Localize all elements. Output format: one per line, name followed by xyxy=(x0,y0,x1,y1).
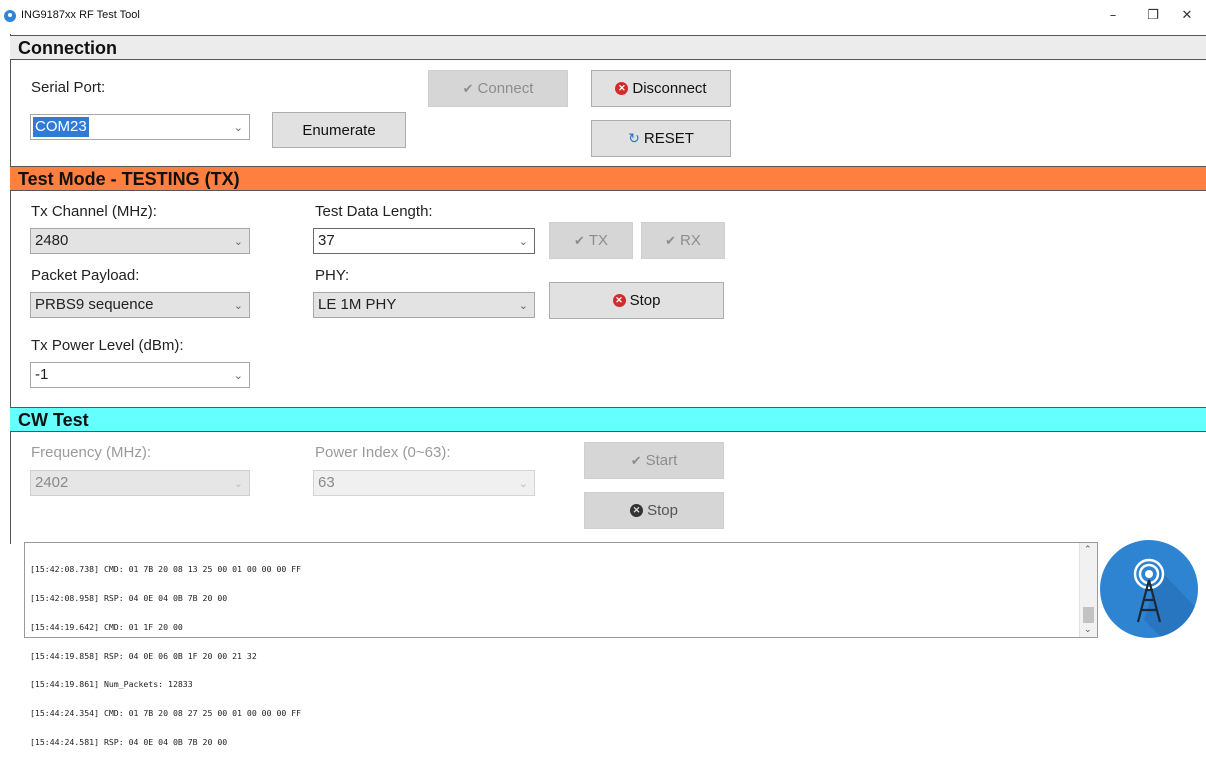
log-line: [15:44:19.861] Num_Packets: 12833 xyxy=(30,679,193,690)
refresh-icon: ↻ xyxy=(628,130,640,146)
phy-select[interactable]: LE 1M PHY ⌄ xyxy=(313,292,535,318)
tx-channel-select[interactable]: 2480 ⌄ xyxy=(30,228,250,254)
serial-port-value: COM23 xyxy=(33,117,89,137)
chevron-down-icon: ⌄ xyxy=(518,300,528,312)
serial-port-select[interactable]: COM23 ⌄ xyxy=(30,114,250,140)
tx-channel-label: Tx Channel (MHz): xyxy=(31,203,157,220)
phy-label: PHY: xyxy=(315,267,350,284)
tx-channel-value: 2480 xyxy=(35,232,69,249)
test-stop-button[interactable]: ✕ Stop xyxy=(549,282,724,319)
cw-stop-button[interactable]: ✕ Stop xyxy=(584,492,724,529)
packet-payload-select[interactable]: PRBS9 sequence ⌄ xyxy=(30,292,250,318)
cw-start-button[interactable]: ✔ Start xyxy=(584,442,724,479)
reset-label: RESET xyxy=(643,130,694,147)
cw-start-label: Start xyxy=(645,452,678,469)
chevron-down-icon: ⌄ xyxy=(518,478,528,490)
radio-tower-icon xyxy=(1100,540,1198,638)
cw-test-header: CW Test xyxy=(10,407,1206,432)
frequency-value: 2402 xyxy=(35,474,69,491)
tx-power-select[interactable]: -1 ⌄ xyxy=(30,362,250,388)
panel-left-border xyxy=(10,34,11,544)
connect-label: Connect xyxy=(477,80,534,97)
test-stop-label: Stop xyxy=(629,292,661,309)
test-data-length-value: 37 xyxy=(318,232,335,249)
log-scrollbar[interactable]: ⌃ ⌄ xyxy=(1079,543,1097,637)
power-index-value: 63 xyxy=(318,474,335,491)
x-circle-icon: ✕ xyxy=(630,504,644,517)
chevron-down-icon: ⌄ xyxy=(233,122,243,134)
scroll-down-icon[interactable]: ⌄ xyxy=(1084,625,1092,635)
chevron-down-icon: ⌄ xyxy=(233,300,243,312)
test-mode-header: Test Mode - TESTING (TX) xyxy=(10,166,1206,191)
enumerate-button[interactable]: Enumerate xyxy=(272,112,406,148)
checkmark-icon: ✔ xyxy=(665,232,677,248)
rx-button[interactable]: ✔ RX xyxy=(641,222,725,259)
scroll-thumb[interactable] xyxy=(1083,607,1094,623)
title-bar: ING9187xx RF Test Tool – ❐ ✕ xyxy=(0,0,1206,32)
scroll-up-icon[interactable]: ⌃ xyxy=(1084,545,1092,555)
frequency-select[interactable]: 2402 ⌄ xyxy=(30,470,250,496)
chevron-down-icon: ⌄ xyxy=(518,236,528,248)
log-line: [15:44:19.642] CMD: 01 1F 20 00 xyxy=(30,621,183,632)
log-line: [15:42:08.738] CMD: 01 7B 20 08 13 25 00… xyxy=(30,564,302,575)
log-lines: [15:42:08.738] CMD: 01 7B 20 08 13 25 00… xyxy=(30,546,301,767)
frequency-label: Frequency (MHz): xyxy=(31,444,152,461)
chevron-down-icon: ⌄ xyxy=(233,370,243,382)
x-circle-icon: ✕ xyxy=(615,82,629,95)
window-title: ING9187xx RF Test Tool xyxy=(21,9,140,21)
log-line: [15:44:24.581] RSP: 04 0E 04 0B 7B 20 00 xyxy=(30,736,228,747)
power-index-select[interactable]: 63 ⌄ xyxy=(313,470,535,496)
tx-label: TX xyxy=(588,232,609,249)
packet-payload-label: Packet Payload: xyxy=(31,267,140,284)
log-line: [15:42:08.958] RSP: 04 0E 04 0B 7B 20 00 xyxy=(30,592,228,603)
log-textbox[interactable]: [15:42:08.738] CMD: 01 7B 20 08 13 25 00… xyxy=(24,542,1098,746)
minimize-button[interactable]: – xyxy=(1098,4,1128,28)
reset-button[interactable]: ↻ RESET xyxy=(591,120,731,157)
log-line: [15:44:19.858] RSP: 04 0E 06 0B 1F 20 00… xyxy=(30,650,257,661)
rx-label: RX xyxy=(680,232,701,249)
checkmark-icon: ✔ xyxy=(630,452,642,468)
phy-value: LE 1M PHY xyxy=(318,296,397,313)
power-index-label: Power Index (0~63): xyxy=(315,444,451,461)
connection-header: Connection xyxy=(10,35,1206,60)
test-data-length-select[interactable]: 37 ⌄ xyxy=(313,228,535,254)
cw-stop-label: Stop xyxy=(647,502,678,519)
tx-power-label: Tx Power Level (dBm): xyxy=(31,337,184,354)
enumerate-label: Enumerate xyxy=(302,121,376,139)
packet-payload-value: PRBS9 sequence xyxy=(35,296,154,313)
disconnect-label: Disconnect xyxy=(632,80,707,97)
tx-button[interactable]: ✔ TX xyxy=(549,222,633,259)
checkmark-icon: ✔ xyxy=(573,232,585,248)
close-button[interactable]: ✕ xyxy=(1172,4,1202,28)
app-logo-icon xyxy=(4,10,16,22)
connect-button[interactable]: ✔ Connect xyxy=(428,70,568,107)
restore-button[interactable]: ❐ xyxy=(1138,4,1168,28)
test-data-length-label: Test Data Length: xyxy=(315,203,433,220)
serial-port-label: Serial Port: xyxy=(31,79,106,96)
chevron-down-icon: ⌄ xyxy=(233,236,243,248)
checkmark-icon: ✔ xyxy=(462,80,474,96)
tx-power-value: -1 xyxy=(35,366,49,383)
x-circle-icon: ✕ xyxy=(612,294,626,307)
chevron-down-icon: ⌄ xyxy=(233,478,243,490)
log-line: [15:44:24.354] CMD: 01 7B 20 08 27 25 00… xyxy=(30,708,302,719)
disconnect-button[interactable]: ✕ Disconnect xyxy=(591,70,731,107)
